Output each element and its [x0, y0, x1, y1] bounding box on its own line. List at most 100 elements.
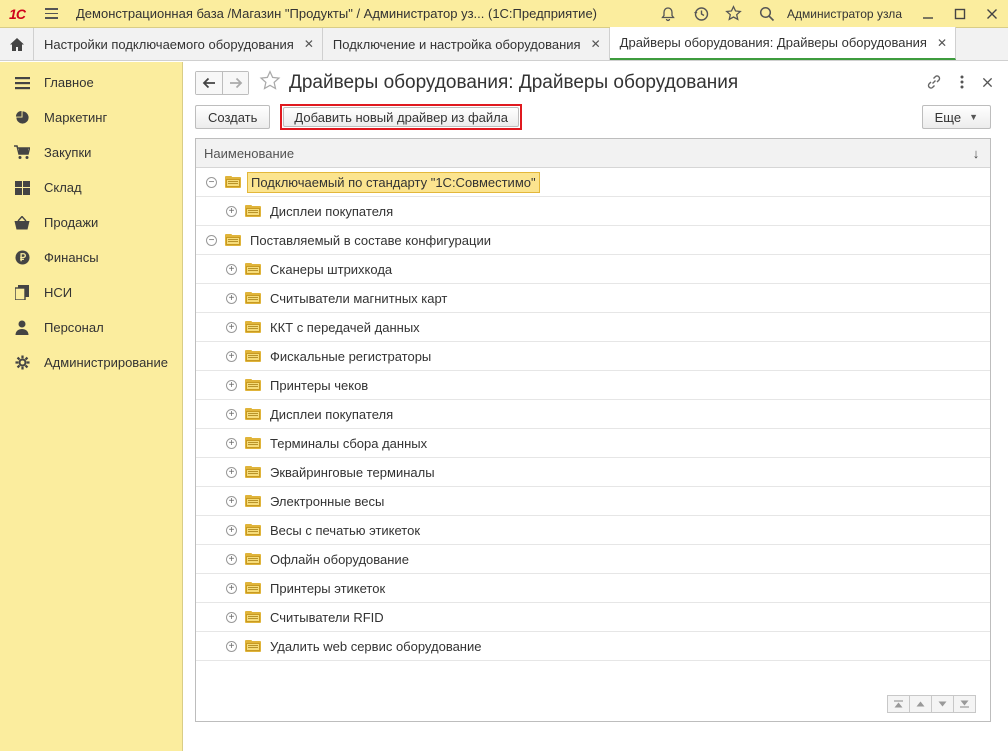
sort-down-icon[interactable]: ↓: [962, 146, 990, 161]
tab-equipment-settings[interactable]: Настройки подключаемого оборудования ✕: [34, 28, 323, 60]
row-label: ККТ с передачей данных: [270, 319, 420, 335]
folder-icon: [245, 582, 261, 594]
folder-icon: [245, 495, 261, 507]
table-row[interactable]: + Принтеры этикеток: [196, 574, 990, 603]
sidebar-item-warehouse[interactable]: Склад: [0, 170, 182, 205]
main-menu-icon[interactable]: [34, 0, 68, 28]
table-row[interactable]: + Сканеры штрихкода: [196, 255, 990, 284]
create-button[interactable]: Создать: [195, 105, 271, 129]
sidebar-item-administration[interactable]: Администрирование: [0, 345, 182, 380]
expand-icon[interactable]: +: [226, 582, 237, 594]
documents-icon: [14, 285, 30, 301]
expand-icon[interactable]: +: [226, 437, 237, 449]
scroll-top-icon[interactable]: [887, 695, 910, 713]
search-icon[interactable]: [750, 0, 783, 28]
row-label: Считыватели RFID: [270, 609, 384, 625]
favorites-star-icon[interactable]: [717, 0, 750, 28]
form-area: Драйверы оборудования: Драйверы оборудов…: [184, 62, 1008, 751]
scroll-down-icon[interactable]: [931, 695, 954, 713]
current-user[interactable]: Администратор узла: [783, 7, 912, 21]
sidebar-item-personnel[interactable]: Персонал: [0, 310, 182, 345]
sidebar-item-label: Персонал: [44, 320, 104, 335]
tab-close-icon[interactable]: ✕: [937, 36, 947, 50]
expand-icon[interactable]: +: [226, 611, 237, 623]
tab-equipment-drivers[interactable]: Драйверы оборудования: Драйверы оборудов…: [609, 27, 957, 60]
column-header-name[interactable]: Наименование: [204, 146, 294, 161]
sidebar-item-sales[interactable]: Продажи: [0, 205, 182, 240]
forward-arrow-icon[interactable]: [222, 72, 248, 94]
expand-icon[interactable]: +: [226, 553, 237, 565]
more-actions-icon[interactable]: [960, 75, 964, 92]
table-row[interactable]: + Электронные весы: [196, 487, 990, 516]
table-row[interactable]: − Поставляемый в составе конфигурации: [196, 226, 990, 255]
add-to-favorites-star-icon[interactable]: [259, 70, 281, 96]
sidebar-item-finance[interactable]: Финансы: [0, 240, 182, 275]
expand-icon[interactable]: +: [226, 321, 237, 333]
list-icon: [14, 75, 30, 91]
table-row[interactable]: + Принтеры чеков: [196, 371, 990, 400]
row-label: Считыватели магнитных карт: [270, 290, 448, 306]
expand-icon[interactable]: +: [226, 466, 237, 478]
expand-icon[interactable]: +: [226, 350, 237, 362]
expand-icon[interactable]: +: [226, 263, 237, 275]
row-label: Сканеры штрихкода: [270, 261, 393, 277]
table-row[interactable]: + Дисплеи покупателя: [196, 400, 990, 429]
sidebar-item-nsi[interactable]: НСИ: [0, 275, 182, 310]
table-row[interactable]: + Терминалы сбора данных: [196, 429, 990, 458]
sidebar-item-purchases[interactable]: Закупки: [0, 135, 182, 170]
scroll-bottom-icon[interactable]: [953, 695, 976, 713]
close-form-icon[interactable]: [982, 75, 993, 91]
tab-equipment-connection[interactable]: Подключение и настройка оборудования ✕: [323, 28, 610, 60]
maximize-button[interactable]: [944, 0, 976, 28]
scroll-up-icon[interactable]: [909, 695, 932, 713]
folder-icon: [245, 640, 261, 652]
table-row[interactable]: + Эквайринговые терминалы: [196, 458, 990, 487]
table-row[interactable]: + Весы с печатью этикеток: [196, 516, 990, 545]
table-row[interactable]: + Считыватели RFID: [196, 603, 990, 632]
table-row[interactable]: − Подключаемый по стандарту "1С:Совместим…: [196, 168, 990, 197]
expand-icon[interactable]: +: [226, 640, 237, 652]
sidebar-item-marketing[interactable]: Маркетинг: [0, 100, 182, 135]
collapse-icon[interactable]: −: [206, 176, 217, 188]
expand-icon[interactable]: +: [226, 379, 237, 391]
row-label: Офлайн оборудование: [270, 551, 409, 567]
expand-icon[interactable]: +: [226, 524, 237, 536]
folder-icon: [245, 350, 261, 362]
tab-close-icon[interactable]: ✕: [304, 37, 314, 51]
table-row[interactable]: + Дисплеи покупателя: [196, 197, 990, 226]
collapse-icon[interactable]: −: [206, 234, 217, 246]
folder-icon: [245, 524, 261, 536]
expand-icon[interactable]: +: [226, 408, 237, 420]
window-title: Демонстрационная база /Магазин "Продукты…: [76, 6, 597, 21]
sections-panel: Главное Маркетинг Закупки Склад Продажи …: [0, 62, 183, 751]
row-label: Дисплеи покупателя: [270, 406, 394, 422]
table-body: − Подключаемый по стандарту "1С:Совместим…: [196, 168, 990, 661]
sidebar-item-label: Администрирование: [44, 355, 168, 370]
sidebar-item-main[interactable]: Главное: [0, 65, 182, 100]
table-row[interactable]: + Удалить web сервис оборудование: [196, 632, 990, 661]
add-driver-from-file-button[interactable]: Добавить новый драйвер из файла: [283, 107, 519, 127]
table-row[interactable]: + Считыватели магнитных карт: [196, 284, 990, 313]
back-arrow-icon[interactable]: [196, 72, 222, 94]
expand-icon[interactable]: +: [226, 292, 237, 304]
expand-icon[interactable]: +: [226, 205, 237, 217]
history-icon[interactable]: [684, 0, 717, 28]
minimize-button[interactable]: [912, 0, 944, 28]
expand-icon[interactable]: +: [226, 495, 237, 507]
table-row[interactable]: + ККТ с передачей данных: [196, 313, 990, 342]
tab-close-icon[interactable]: ✕: [591, 37, 601, 51]
gear-icon: [14, 355, 30, 371]
row-label: Дисплеи покупателя: [270, 203, 394, 219]
close-window-button[interactable]: [976, 0, 1008, 28]
chevron-down-icon: ▼: [969, 112, 978, 122]
folder-icon: [245, 292, 261, 304]
bell-icon[interactable]: [651, 0, 684, 28]
link-icon[interactable]: [926, 74, 942, 93]
home-icon[interactable]: [0, 28, 34, 60]
folder-icon: [245, 321, 261, 333]
table-row[interactable]: + Офлайн оборудование: [196, 545, 990, 574]
more-button[interactable]: Еще ▼: [921, 105, 991, 129]
table-header[interactable]: Наименование ↓: [196, 139, 990, 168]
table-row[interactable]: + Фискальные регистраторы: [196, 342, 990, 371]
folder-icon: [245, 553, 261, 565]
